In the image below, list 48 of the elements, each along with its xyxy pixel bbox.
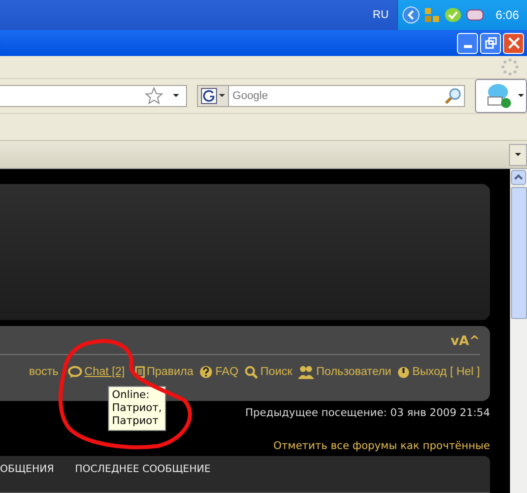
dropdown-arrow-icon — [518, 94, 524, 98]
scrollbar[interactable] — [510, 169, 527, 493]
scroll-up-icon[interactable] — [511, 170, 526, 185]
star-icon[interactable] — [144, 86, 164, 106]
dropdown-arrow-icon — [218, 94, 225, 98]
close-button[interactable] — [503, 32, 524, 54]
address-field[interactable] — [0, 85, 187, 107]
skype-button[interactable] — [475, 79, 527, 113]
column-header: ОБЩЕНИЯ — [0, 464, 55, 475]
chevron-left-icon[interactable] — [402, 6, 420, 24]
nav-link[interactable]: Правила — [134, 366, 194, 378]
close-icon — [508, 37, 520, 49]
column-header: ПОСЛЕДНЕЕ СООБЩЕНИЕ — [75, 464, 211, 475]
nav-link[interactable]: Выход [ Hel ] — [397, 366, 480, 379]
search-field[interactable]: Google — [228, 89, 444, 103]
nav-link[interactable]: FAQ — [199, 365, 238, 380]
scroll-thumb[interactable] — [510, 187, 526, 319]
users-icon — [298, 365, 314, 380]
search-bar[interactable]: Google — [196, 85, 466, 107]
power-icon — [397, 366, 410, 379]
font-size-controls[interactable]: vA^ — [450, 334, 480, 354]
previous-visit-text: Предыдущее посещение: 03 янв 2009 21:54 — [245, 406, 490, 419]
restore-button[interactable] — [480, 32, 501, 54]
loading-spinner-icon — [501, 58, 519, 76]
nav-link[interactable]: Пользователи — [298, 365, 392, 380]
language-indicator[interactable]: RU — [372, 9, 389, 21]
dropdown-arrow-icon[interactable] — [172, 93, 180, 99]
online-tooltip: Online: Патриот, Патриот — [108, 386, 166, 431]
search-icon — [244, 365, 258, 380]
nav-link[interactable]: вость — [29, 366, 58, 378]
document-icon — [134, 366, 145, 378]
clock: 6:06 — [496, 8, 519, 22]
status-icon[interactable] — [466, 8, 484, 22]
google-logo-icon — [200, 88, 217, 104]
minimize-icon — [464, 44, 472, 48]
tab-list-button[interactable] — [509, 144, 527, 166]
check-icon[interactable] — [444, 7, 462, 23]
search-icon[interactable] — [444, 87, 462, 105]
nav-link[interactable]: Chat [2] — [68, 366, 125, 379]
search-engine-selector[interactable] — [198, 86, 229, 106]
question-icon — [199, 365, 214, 380]
restore-icon — [484, 37, 496, 49]
nav-link[interactable]: Поиск — [244, 365, 292, 380]
minimize-button[interactable] — [457, 32, 478, 54]
phone-badge-icon — [486, 83, 512, 109]
mark-forums-read-link[interactable]: Отметить все форумы как прочтённые — [273, 440, 490, 452]
speech-bubble-icon — [68, 366, 82, 379]
dropdown-arrow-icon — [515, 152, 521, 156]
